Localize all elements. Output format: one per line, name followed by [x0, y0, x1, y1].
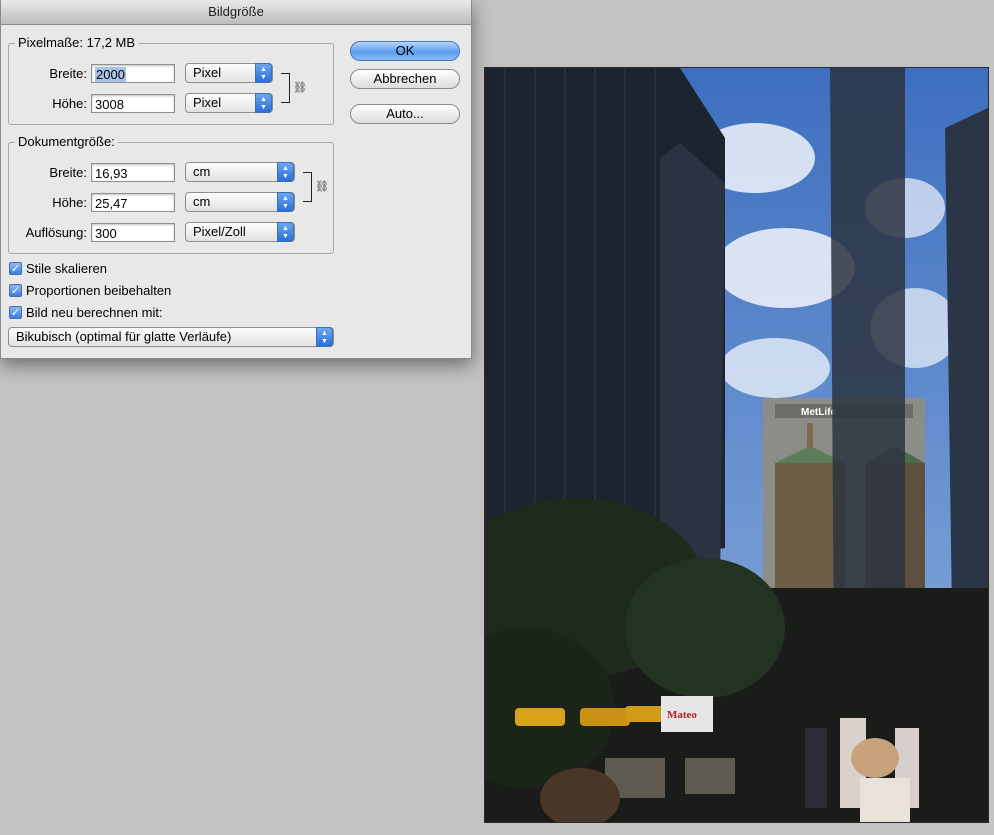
metlife-sign: MetLife — [801, 407, 836, 418]
resample-method-value: Bikubisch (optimal für glatte Verläufe) — [16, 329, 232, 344]
ok-button[interactable]: OK — [350, 41, 460, 61]
doc-height-value: 25,47 — [95, 196, 128, 211]
pixel-height-label: Höhe: — [52, 96, 87, 111]
resolution-input[interactable]: 300 — [91, 223, 175, 242]
scale-styles-label: Stile skalieren — [26, 261, 107, 276]
select-arrows-icon: ▲ ▼ — [277, 162, 294, 182]
pixel-width-unit-select[interactable]: Pixel ▲ ▼ — [185, 63, 273, 83]
doc-width-value: 16,93 — [95, 166, 128, 181]
image-size-dialog: Bildgröße Pixelmaße: 17,2 MB Breite: 200… — [0, 0, 472, 359]
scale-styles-checkbox[interactable]: ✓ — [9, 262, 22, 275]
resolution-value: 300 — [95, 226, 117, 241]
select-arrows-icon: ▲ ▼ — [277, 222, 294, 242]
doc-height-unit-value: cm — [193, 194, 211, 209]
truck-sign: Mateo — [667, 709, 697, 721]
chain-link-icon: ⛓ — [293, 82, 307, 94]
doc-width-input[interactable]: 16,93 — [91, 163, 175, 182]
doc-height-unit-select[interactable]: cm ▲ ▼ — [185, 192, 295, 212]
dialog-title: Bildgröße — [1, 0, 471, 25]
select-arrows-icon: ▲ ▼ — [255, 93, 272, 113]
document-link-bracket — [303, 172, 312, 202]
resolution-unit-select[interactable]: Pixel/Zoll ▲ ▼ — [185, 222, 295, 242]
resample-method-select[interactable]: Bikubisch (optimal für glatte Verläufe) … — [8, 327, 334, 347]
select-arrows-icon: ▲ ▼ — [255, 63, 272, 83]
pixel-height-unit-value: Pixel — [193, 95, 222, 110]
pixel-width-input[interactable]: 2000 — [91, 64, 175, 83]
pixel-height-input[interactable]: 3008 — [91, 94, 175, 113]
auto-button[interactable]: Auto... — [350, 104, 460, 124]
resample-label: Bild neu berechnen mit: — [26, 305, 163, 320]
doc-height-input[interactable]: 25,47 — [91, 193, 175, 212]
resample-checkbox[interactable]: ✓ — [9, 306, 22, 319]
pixel-width-label: Breite: — [49, 66, 87, 81]
doc-height-label: Höhe: — [52, 195, 87, 210]
select-arrows-icon: ▲ ▼ — [316, 327, 333, 347]
constrain-proportions-checkbox[interactable]: ✓ — [9, 284, 22, 297]
cancel-button[interactable]: Abbrechen — [350, 69, 460, 89]
pixel-link-bracket — [281, 73, 290, 103]
document-size-legend: Dokumentgröße: — [15, 134, 118, 149]
select-arrows-icon: ▲ ▼ — [277, 192, 294, 212]
pixel-width-unit-value: Pixel — [193, 65, 222, 80]
resolution-label: Auflösung: — [25, 225, 87, 240]
pixel-height-value: 3008 — [95, 97, 124, 112]
resolution-unit-value: Pixel/Zoll — [193, 224, 246, 239]
chain-link-icon: ⛓ — [315, 181, 329, 193]
doc-width-label: Breite: — [49, 165, 87, 180]
pixel-width-value: 2000 — [95, 67, 126, 82]
doc-width-unit-value: cm — [193, 164, 211, 179]
constrain-proportions-label: Proportionen beibehalten — [26, 283, 172, 298]
pixel-height-unit-select[interactable]: Pixel ▲ ▼ — [185, 93, 273, 113]
city-street-photo: MetLife Mateo — [485, 68, 988, 822]
doc-width-unit-select[interactable]: cm ▲ ▼ — [185, 162, 295, 182]
pixel-dimensions-legend: Pixelmaße: 17,2 MB — [15, 35, 139, 50]
document-image: MetLife Mateo — [484, 67, 989, 823]
